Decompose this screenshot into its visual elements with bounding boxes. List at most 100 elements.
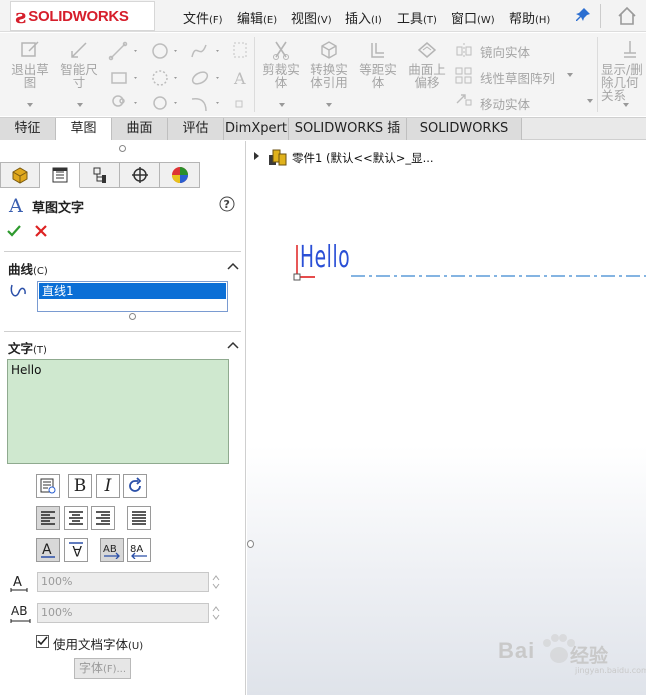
tree-expand-arrow-icon[interactable]	[254, 152, 259, 160]
configuration-manager-tab[interactable]	[80, 162, 120, 188]
flip-horizontal-reverse-button[interactable]: 8A	[127, 538, 151, 562]
smart-dimension-button[interactable]: 智能尺寸	[57, 39, 101, 89]
flip-down-icon: A	[69, 542, 83, 558]
help-icon[interactable]: ?	[219, 196, 235, 212]
list-item[interactable]: 直线1	[39, 283, 226, 299]
menu-view[interactable]: 视图(V)	[291, 8, 332, 27]
feature-tree-icon	[12, 167, 28, 184]
panel-collapse-handle[interactable]	[247, 540, 254, 548]
list-resize-handle[interactable]	[129, 313, 136, 320]
italic-icon: I	[104, 476, 112, 496]
justify-icon	[132, 511, 146, 525]
graphics-area[interactable]	[247, 141, 646, 695]
menu-insert[interactable]: 插入(I)	[345, 8, 382, 27]
svg-text:A: A	[42, 542, 52, 558]
watermark-brand: Bai	[498, 638, 536, 663]
logo-text: SOLIDWORKS	[28, 7, 129, 25]
part-icon	[269, 149, 287, 166]
width-factor-input[interactable]: 100%	[37, 572, 209, 592]
sketch-text-entity[interactable]: Hello	[300, 241, 350, 275]
tab-sketch[interactable]: 草图	[56, 118, 112, 140]
property-manager-tab[interactable]	[40, 162, 80, 188]
cancel-x-icon[interactable]	[34, 224, 48, 238]
property-manager-panel: A 草图文字 ? 曲线(C) 直线1 文字(T) Hello B I A A A…	[0, 141, 246, 695]
feature-manager-tab[interactable]	[0, 162, 40, 188]
sketch-text-ribbon-icon[interactable]: A	[232, 41, 248, 113]
align-right-button[interactable]	[91, 506, 115, 530]
use-document-font-label[interactable]: 使用文档字体(U)	[53, 634, 143, 653]
exit-sketch-button[interactable]: 退出草图	[8, 39, 52, 89]
display-manager-tab[interactable]	[160, 162, 200, 188]
home-icon[interactable]	[616, 5, 638, 27]
crosshair-icon	[131, 167, 148, 183]
offset-on-surface-button[interactable]: 曲面上偏移	[405, 39, 449, 89]
flip-vertical-button[interactable]: A	[36, 538, 60, 562]
text-section-header[interactable]: 文字(T)	[8, 338, 47, 357]
ds-logo-icon: ƨ	[15, 4, 27, 28]
ok-checkmark-icon[interactable]	[6, 223, 22, 239]
relations-icon	[624, 41, 636, 58]
feature-tree-part-node[interactable]: 零件1 (默认<<默认>_显...	[292, 150, 434, 166]
width-factor-icon: A	[10, 575, 28, 592]
spacing-spinner[interactable]	[211, 603, 221, 623]
italic-button[interactable]: I	[96, 474, 120, 498]
align-left-button[interactable]	[36, 506, 60, 530]
move-entities-icon	[456, 94, 472, 106]
collapse-chevron-icon[interactable]	[227, 261, 239, 271]
linear-pattern-icon	[455, 67, 472, 84]
offset-icon	[371, 43, 384, 58]
configuration-icon	[93, 167, 106, 183]
width-factor-spinner[interactable]	[211, 572, 221, 592]
dimxpert-manager-tab[interactable]	[120, 162, 160, 188]
sketch-entities-group-icon[interactable]	[108, 41, 233, 113]
align-center-button[interactable]	[64, 506, 88, 530]
svg-text:AB: AB	[103, 544, 117, 555]
property-manager-icon	[52, 167, 67, 183]
convert-entities-icon	[321, 41, 337, 59]
curve-selection-list[interactable]: 直线1	[37, 281, 228, 312]
menu-window[interactable]: 窗口(W)	[451, 8, 495, 27]
menu-tools[interactable]: 工具(T)	[397, 8, 437, 27]
tab-dimxpert[interactable]: DimXpert	[224, 118, 289, 140]
panel-splitter-handle[interactable]	[119, 145, 126, 152]
menu-file[interactable]: 文件(F)	[183, 8, 223, 27]
spacing-input[interactable]: 100%	[37, 603, 209, 623]
trim-entities-button[interactable]: 剪裁实体	[259, 39, 303, 89]
rotate-button[interactable]	[123, 474, 147, 498]
svg-text:8A: 8A	[130, 544, 143, 555]
flip-vertical-icon: A	[41, 542, 55, 558]
linear-pattern-button[interactable]: 线性草图阵列	[480, 68, 555, 87]
flip-horizontal-button[interactable]: AB	[100, 538, 124, 562]
collapse-chevron-icon[interactable]	[227, 340, 239, 350]
display-delete-relations-button[interactable]: 显示/删除几何关系	[601, 39, 646, 102]
curves-section-header[interactable]: 曲线(C)	[8, 259, 48, 278]
tab-surfaces[interactable]: 曲面	[112, 118, 168, 140]
mirror-entities-button[interactable]: 镜向实体	[480, 42, 530, 61]
offset-on-surface-icon	[417, 42, 437, 58]
tab-solidworks-mbd[interactable]: SOLIDWORKS MBD	[407, 118, 522, 157]
appearance-icon	[171, 167, 188, 183]
convert-entities-button[interactable]: 转换实体引用	[306, 39, 352, 89]
flip-horizontal-icon: AB	[103, 544, 120, 559]
align-center-icon	[69, 511, 83, 525]
bold-button[interactable]: B	[68, 474, 92, 498]
tab-evaluate[interactable]: 评估	[168, 118, 224, 140]
solidworks-logo[interactable]: ƨ SOLIDWORKS	[10, 1, 155, 31]
use-document-font-checkbox[interactable]	[36, 635, 49, 648]
watermark-sub: 经验	[570, 645, 609, 667]
offset-entities-button[interactable]: 等距实体	[356, 39, 400, 89]
font-button[interactable]: 字体(F)...	[74, 658, 131, 679]
justify-button[interactable]	[127, 506, 151, 530]
menu-help[interactable]: 帮助(H)	[509, 8, 550, 27]
flip-vertical-down-button[interactable]: A	[64, 538, 88, 562]
svg-text:AB: AB	[11, 604, 27, 618]
command-manager-ribbon: 退出草图 智能尺寸 A 剪裁实体 转换实体引用 等距实体 曲面上偏移 镜向实体 …	[0, 33, 646, 116]
tab-solidworks-addins[interactable]: SOLIDWORKS 插件	[289, 118, 407, 157]
svg-text:A: A	[72, 542, 82, 558]
pin-icon[interactable]	[575, 7, 591, 23]
menu-edit[interactable]: 编辑(E)	[237, 8, 277, 27]
move-entities-button[interactable]: 移动实体	[480, 94, 530, 113]
sketch-text-input[interactable]: Hello	[7, 359, 229, 464]
tab-features[interactable]: 特征	[0, 118, 56, 140]
link-to-property-button[interactable]	[36, 474, 60, 498]
